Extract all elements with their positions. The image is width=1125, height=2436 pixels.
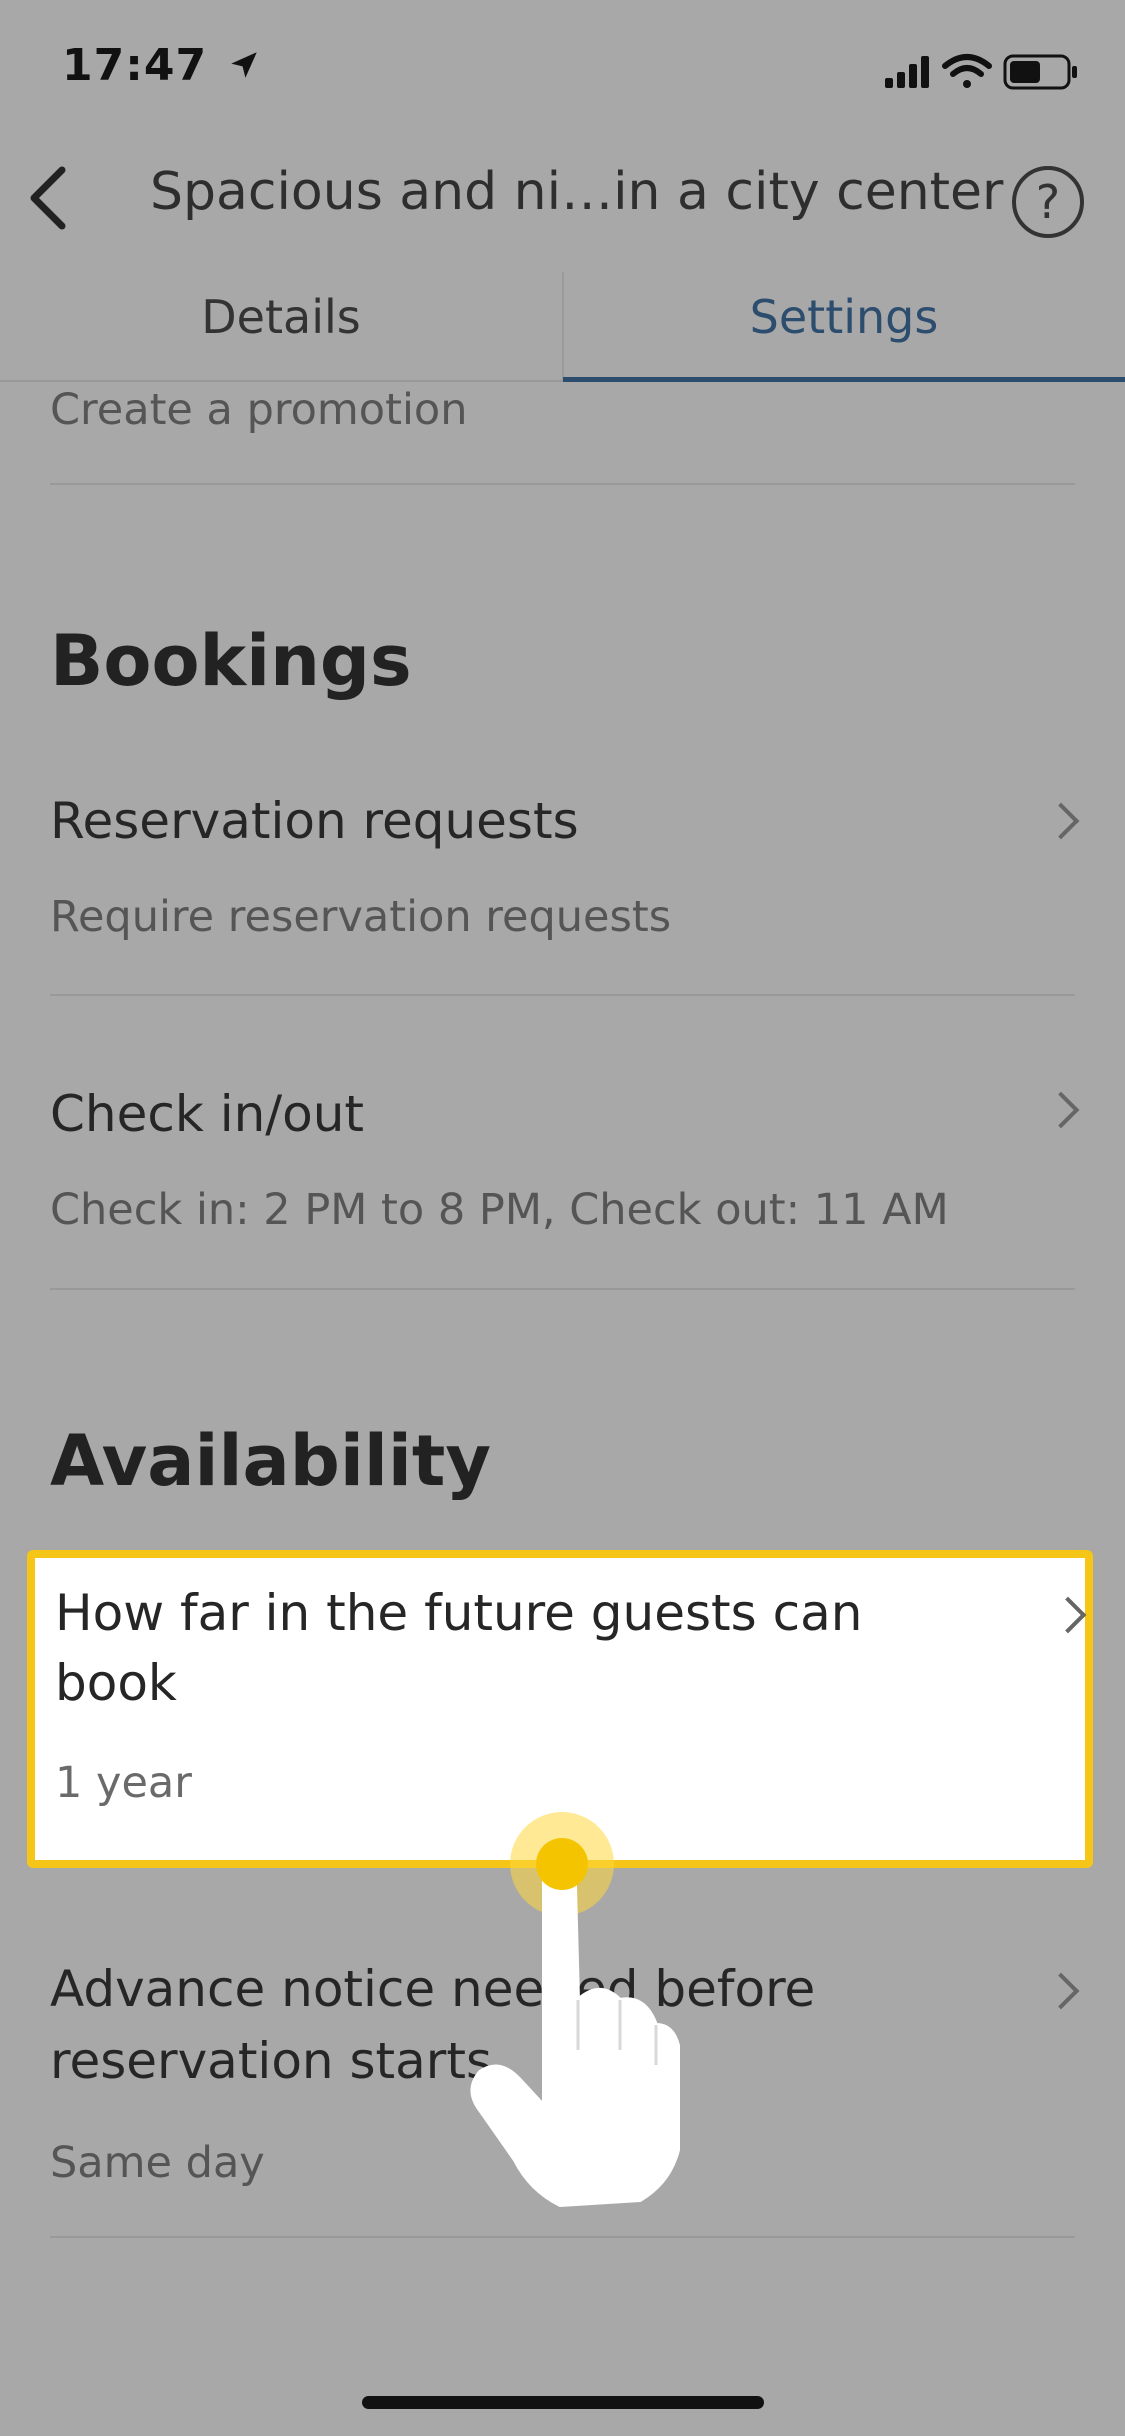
list-item-title-line2: book (55, 1654, 177, 1712)
bookings-heading: Bookings (50, 620, 412, 702)
list-item-subtitle: Check in: 2 PM to 8 PM, Check out: 11 AM (50, 1185, 949, 1235)
list-item-title-line1: Advance notice needed before (50, 1960, 816, 2018)
signal-icon (885, 56, 929, 88)
create-promotion-link[interactable]: Create a promotion (50, 385, 467, 435)
list-item-title-line1: How far in the future guests can (55, 1584, 863, 1642)
list-item-title: Check in/out (50, 1085, 365, 1143)
status-time: 17:47 (62, 40, 261, 91)
availability-heading: Availability (50, 1420, 491, 1502)
active-tab-indicator (563, 377, 1125, 382)
divider (50, 483, 1075, 485)
list-item-subtitle: Require reservation requests (50, 892, 672, 942)
list-item-subtitle: Same day (50, 2138, 265, 2188)
list-item-reservation-requests[interactable]: Reservation requests Require reservation… (0, 780, 1125, 995)
tap-indicator-dot (536, 1838, 588, 1890)
divider (50, 1288, 1075, 1290)
list-item-check-in-out[interactable]: Check in/out Check in: 2 PM to 8 PM, Che… (0, 1075, 1125, 1290)
help-icon[interactable]: ? (1012, 166, 1084, 238)
battery-icon (1003, 54, 1077, 90)
location-arrow-icon (231, 52, 258, 78)
chevron-right-icon (1042, 1972, 1080, 2010)
tab-settings[interactable]: Settings (563, 290, 1125, 344)
back-button[interactable] (20, 158, 80, 238)
list-item-title: Reservation requests (50, 792, 579, 850)
status-time-text: 17:47 (62, 40, 208, 91)
page-title: Spacious and ni…in a city center (150, 162, 1004, 222)
tab-details[interactable]: Details (0, 290, 562, 344)
chevron-right-icon (1042, 802, 1080, 840)
chevron-right-icon (1049, 1596, 1087, 1634)
list-item-subtitle: 1 year (55, 1758, 192, 1808)
wifi-icon (942, 54, 992, 88)
back-chevron-icon (30, 166, 66, 230)
list-item-title-line2: reservation starts (50, 2032, 492, 2090)
chevron-right-icon (1042, 1091, 1080, 1129)
divider (50, 994, 1075, 996)
home-indicator[interactable] (362, 2396, 764, 2409)
status-icons (885, 50, 1085, 98)
divider (50, 2236, 1075, 2238)
